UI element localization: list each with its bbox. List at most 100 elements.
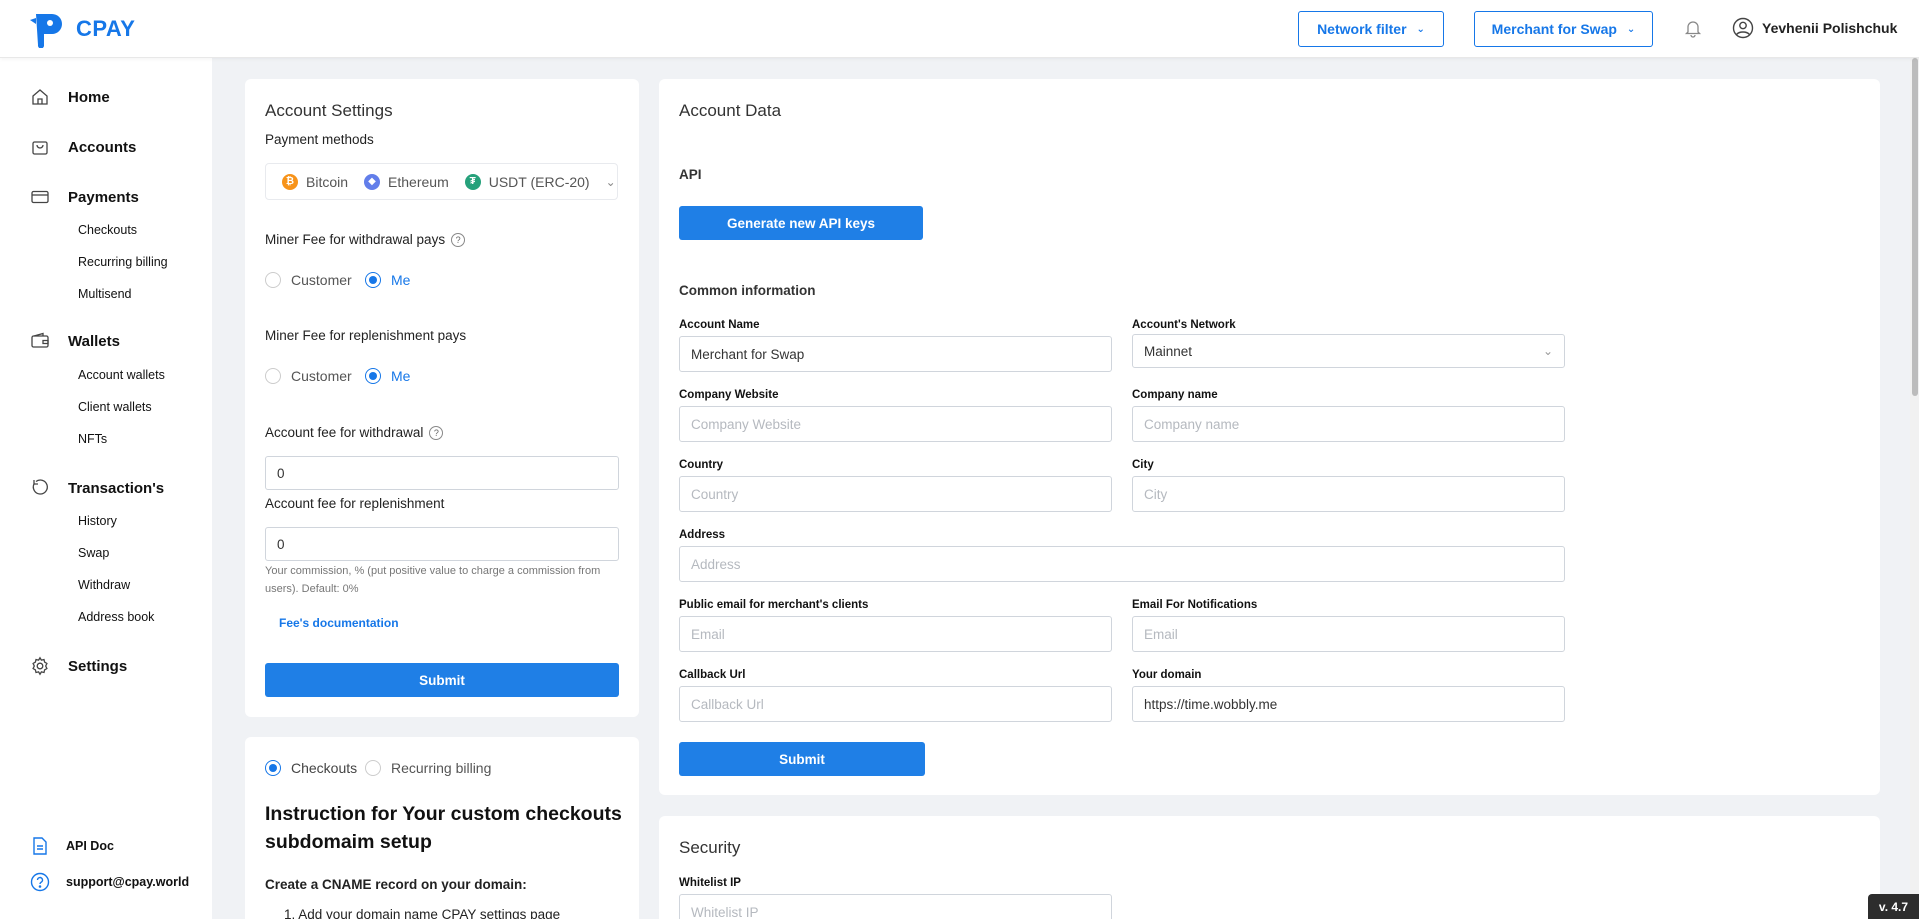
fee-withdrawal-text: Account fee for withdrawal bbox=[265, 425, 424, 440]
fees-documentation-link[interactable]: Fee's documentation bbox=[279, 616, 399, 630]
brand-name: CPAY bbox=[76, 16, 136, 41]
withdrawal-customer-radio[interactable]: Customer bbox=[265, 272, 352, 288]
your-domain-label: Your domain bbox=[1132, 669, 1202, 681]
radio-dot bbox=[365, 760, 381, 776]
sidebar-item-account-wallets[interactable]: Account wallets bbox=[78, 368, 165, 382]
radio-dot bbox=[265, 368, 281, 384]
cname-instruction: Create a CNAME record on your domain: bbox=[265, 877, 527, 892]
replenishment-customer-radio[interactable]: Customer bbox=[265, 368, 352, 384]
sidebar-item-client-wallets[interactable]: Client wallets bbox=[78, 400, 152, 414]
payment-method-bitcoin: ₿ Bitcoin bbox=[282, 173, 348, 190]
page-scrollbar-thumb[interactable] bbox=[1912, 58, 1918, 396]
question-circle-icon bbox=[30, 872, 50, 892]
security-title: Security bbox=[679, 838, 741, 857]
country-input[interactable]: Country bbox=[679, 476, 1112, 512]
home-icon bbox=[32, 89, 48, 105]
sidebar-item-home[interactable]: Home bbox=[30, 87, 110, 107]
credit-card-icon bbox=[31, 190, 49, 204]
generate-api-keys-button[interactable]: Generate new API keys bbox=[679, 206, 923, 240]
account-network-select[interactable]: Mainnet ⌄ bbox=[1132, 334, 1565, 368]
your-domain-input[interactable]: https://time.wobbly.me bbox=[1132, 686, 1565, 722]
account-network-label: Account's Network bbox=[1132, 319, 1236, 331]
network-filter-dropdown[interactable]: Network filter ⌄ bbox=[1298, 11, 1444, 47]
fee-withdrawal-label: Account fee for withdrawal? bbox=[265, 425, 444, 441]
notification-email-input[interactable]: Email bbox=[1132, 616, 1565, 652]
brand-logo[interactable]: CPAY bbox=[30, 10, 135, 48]
help-icon[interactable]: ? bbox=[451, 233, 466, 248]
bell-icon[interactable] bbox=[1683, 18, 1703, 38]
gear-icon bbox=[32, 656, 48, 676]
payment-methods-select[interactable]: ₿ Bitcoin ◆ Ethereum ₮ USDT (ERC-20) ⌄ bbox=[265, 163, 618, 200]
sidebar-label-accounts: Accounts bbox=[68, 138, 137, 156]
top-header: CPAY Network filter ⌄ Merchant for Swap … bbox=[0, 0, 1919, 58]
sidebar-item-wallets[interactable]: Wallets bbox=[30, 331, 120, 351]
user-menu[interactable]: Yevhenii Polishchuk bbox=[1732, 17, 1897, 39]
commission-hint: Your commission, % (put positive value t… bbox=[265, 565, 601, 595]
callback-url-input[interactable]: Callback Url bbox=[679, 686, 1112, 722]
account-data-title: Account Data bbox=[679, 101, 782, 120]
public-email-input[interactable]: Email bbox=[679, 616, 1112, 652]
merchant-select-label: Merchant for Swap bbox=[1491, 21, 1617, 37]
city-input[interactable]: City bbox=[1132, 476, 1565, 512]
address-input[interactable]: Address bbox=[679, 546, 1565, 582]
cpay-logo-icon bbox=[30, 14, 62, 48]
whitelist-ip-input[interactable]: Whitelist IP bbox=[679, 894, 1112, 919]
sidebar-item-api-doc[interactable]: API Doc bbox=[30, 836, 114, 856]
sidebar-label-wallets: Wallets bbox=[68, 332, 120, 350]
replenishment-me-radio[interactable]: Me bbox=[365, 368, 410, 384]
ethereum-icon: ◆ bbox=[364, 173, 381, 190]
city-label: City bbox=[1132, 459, 1154, 471]
miner-fee-replenishment-label: Miner Fee for replenishment pays bbox=[265, 328, 467, 343]
radio-label: Recurring billing bbox=[391, 760, 492, 776]
sidebar-item-withdraw[interactable]: Withdraw bbox=[78, 578, 130, 592]
sidebar-item-transactions[interactable]: Transaction's bbox=[30, 478, 164, 498]
user-name: Yevhenii Polishchuk bbox=[1762, 20, 1898, 36]
history-icon bbox=[32, 479, 48, 495]
sidebar-item-support[interactable]: support@cpay.world bbox=[30, 872, 189, 892]
bitcoin-icon: ₿ bbox=[282, 173, 298, 190]
account-settings-submit-button[interactable]: Submit bbox=[265, 663, 619, 697]
radio-label: Me bbox=[391, 368, 411, 384]
callback-url-label: Callback Url bbox=[679, 669, 746, 681]
radio-label: Checkouts bbox=[291, 760, 358, 776]
help-icon[interactable]: ? bbox=[429, 426, 444, 441]
common-information-label: Common information bbox=[679, 283, 816, 298]
sidebar-item-checkouts[interactable]: Checkouts bbox=[78, 223, 137, 237]
sidebar-item-settings[interactable]: Settings bbox=[30, 656, 127, 676]
sidebar-item-accounts[interactable]: Accounts bbox=[30, 137, 136, 157]
network-filter-label: Network filter bbox=[1317, 21, 1407, 37]
company-website-input[interactable]: Company Website bbox=[679, 406, 1112, 442]
sidebar-item-nfts[interactable]: NFTs bbox=[78, 432, 107, 446]
recurring-billing-radio[interactable]: Recurring billing bbox=[365, 760, 491, 776]
api-section-label: API bbox=[679, 167, 702, 182]
sidebar-item-swap[interactable]: Swap bbox=[78, 546, 109, 560]
sidebar-item-address-book[interactable]: Address book bbox=[78, 610, 154, 624]
payment-method-label: USDT (ERC-20) bbox=[488, 173, 590, 190]
account-settings-title: Account Settings bbox=[265, 101, 393, 120]
checkouts-radio[interactable]: Checkouts bbox=[265, 760, 357, 776]
checkout-setup-heading: Instruction for Your custom checkouts su… bbox=[265, 803, 622, 853]
sidebar-label-payments: Payments bbox=[68, 188, 139, 206]
account-network-value: Mainnet bbox=[1144, 343, 1193, 359]
account-name-label: Account Name bbox=[679, 319, 760, 331]
account-data-submit-button[interactable]: Submit bbox=[679, 742, 925, 776]
sidebar: Home Accounts Payments Checkouts Recurri… bbox=[0, 58, 212, 919]
sidebar-label-api-doc: API Doc bbox=[66, 839, 114, 853]
sidebar-item-payments[interactable]: Payments bbox=[30, 187, 139, 207]
fee-replenishment-input[interactable]: 0 bbox=[265, 527, 619, 561]
sidebar-item-recurring-billing[interactable]: Recurring billing bbox=[78, 255, 168, 269]
fee-withdrawal-input[interactable]: 0 bbox=[265, 456, 619, 490]
chevron-down-icon: ⌄ bbox=[605, 174, 616, 189]
merchant-select-dropdown[interactable]: Merchant for Swap ⌄ bbox=[1474, 11, 1653, 47]
setup-step-1: 1. Add your domain name CPAY settings pa… bbox=[284, 907, 561, 919]
sidebar-label-support: support@cpay.world bbox=[66, 875, 190, 889]
sidebar-label-home: Home bbox=[68, 88, 110, 106]
sidebar-item-multisend[interactable]: Multisend bbox=[78, 287, 132, 301]
radio-dot bbox=[265, 272, 281, 288]
version-badge: v. 4.7 bbox=[1868, 894, 1919, 919]
withdrawal-me-radio[interactable]: Me bbox=[365, 272, 410, 288]
sidebar-item-history[interactable]: History bbox=[78, 514, 117, 528]
company-name-input[interactable]: Company name bbox=[1132, 406, 1565, 442]
account-name-input[interactable]: Merchant for Swap bbox=[679, 336, 1112, 372]
sidebar-label-settings: Settings bbox=[68, 657, 128, 675]
